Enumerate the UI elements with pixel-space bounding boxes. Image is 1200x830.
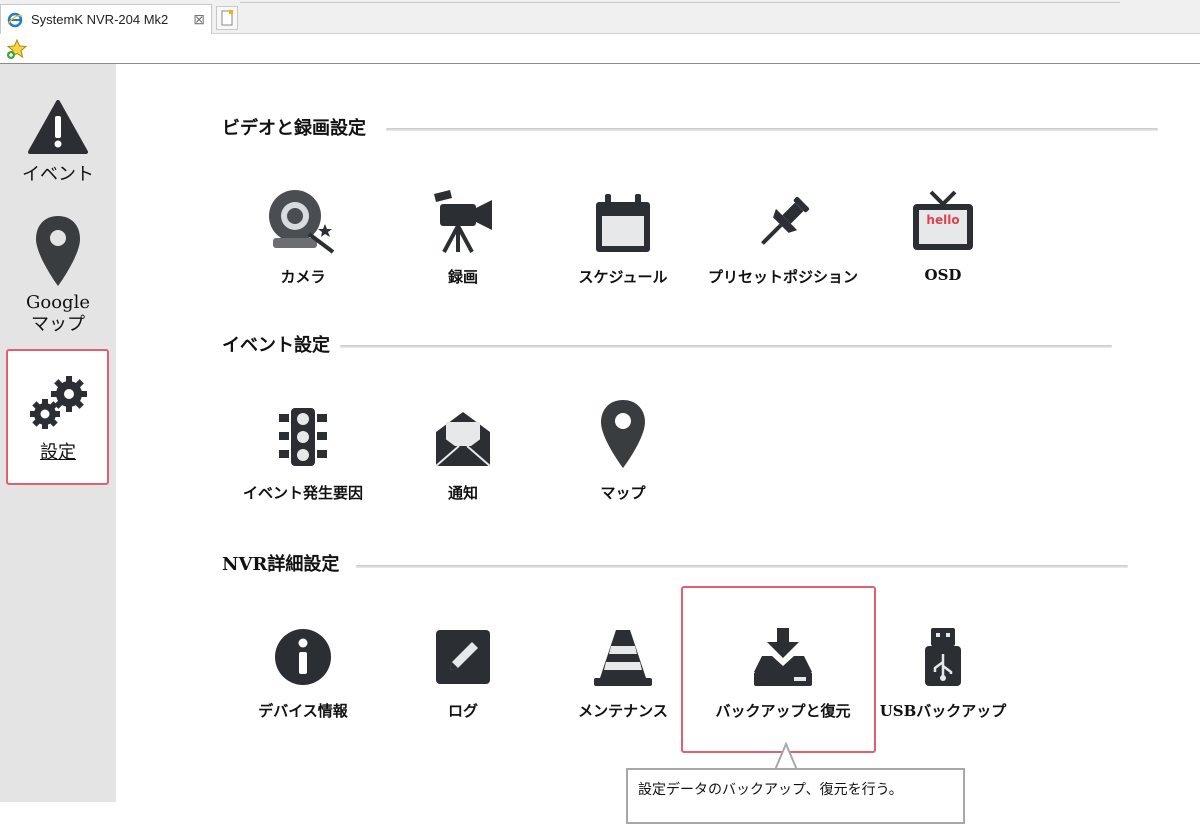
tile-map[interactable]: マップ <box>548 400 698 503</box>
ie-browser-icon <box>7 12 23 27</box>
sidebar-item-settings[interactable]: 設定 <box>0 374 116 464</box>
section-divider <box>386 128 1158 131</box>
sidebar-item-google-map[interactable]: Google マップ <box>0 214 116 336</box>
tile-camera[interactable]: カメラ <box>228 184 378 287</box>
tile-notification[interactable]: 通知 <box>388 400 538 503</box>
sidebar-item-label-line1: Google <box>26 292 90 313</box>
tile-recording[interactable]: 録画 <box>388 184 538 287</box>
section-divider <box>356 565 1128 568</box>
video-camera-icon <box>434 190 492 253</box>
warning-icon <box>28 100 88 154</box>
envelope-icon <box>435 412 491 467</box>
favorites-star-icon[interactable] <box>6 38 28 60</box>
info-icon <box>275 629 331 685</box>
new-tab-icon <box>221 10 233 26</box>
tile-usb-backup[interactable]: USBバックアップ <box>868 618 1018 721</box>
sidebar-item-event[interactable]: イベント <box>0 98 116 186</box>
tile-label: スケジュール <box>578 268 668 286</box>
tile-label: 録画 <box>447 268 478 286</box>
log-edit-icon <box>436 630 490 684</box>
tile-schedule[interactable]: スケジュール <box>548 184 698 287</box>
tile-device-info[interactable]: デバイス情報 <box>228 618 378 721</box>
sidebar-item-label-line2: マップ <box>31 314 85 335</box>
callout-text: 設定データのバックアップ、復元を行う。 <box>638 782 903 798</box>
camera-icon <box>269 190 335 254</box>
tv-icon: hello <box>913 190 973 250</box>
sidebar-item-label: 設定 <box>40 442 76 463</box>
map-pin-icon <box>36 216 80 286</box>
traffic-light-icon <box>279 408 327 466</box>
calendar-icon <box>596 194 650 252</box>
tile-label: イベント発生要因 <box>242 484 363 502</box>
highlight-frame <box>681 586 876 753</box>
tile-label: メンテナンス <box>578 702 668 720</box>
browser-tab[interactable]: SystemK NVR-204 Mk2 ⊠ <box>0 4 212 34</box>
tile-label: マップ <box>600 484 646 502</box>
tile-label: ログ <box>447 702 478 720</box>
callout-pointer <box>774 742 798 770</box>
tile-event-trigger[interactable]: イベント発生要因 <box>228 400 378 503</box>
tile-label: プリセットポジション <box>708 268 859 286</box>
pushpin-icon <box>761 196 810 245</box>
tab-close-icon[interactable]: ⊠ <box>193 11 205 28</box>
tile-log[interactable]: ログ <box>388 618 538 721</box>
tab-title: SystemK NVR-204 Mk2 <box>31 12 169 27</box>
osd-hello-text: hello <box>926 213 959 227</box>
tile-preset-position[interactable]: プリセットポジション <box>708 184 858 287</box>
tile-label: カメラ <box>280 268 326 286</box>
tile-label: デバイス情報 <box>258 702 348 720</box>
tile-label: OSD <box>924 266 962 284</box>
address-bar-edge <box>240 0 1120 3</box>
tile-label: USBバックアップ <box>879 702 1007 720</box>
tile-maintenance[interactable]: メンテナンス <box>548 618 698 721</box>
section-title-event: イベント設定 <box>222 335 330 356</box>
sidebar-item-label: イベント <box>22 164 94 185</box>
gears-icon <box>30 376 87 429</box>
favorites-area <box>44 38 1194 58</box>
tile-label: 通知 <box>447 484 478 502</box>
usb-icon <box>925 628 961 686</box>
map-pin-icon <box>601 400 645 468</box>
section-title-video: ビデオと録画設定 <box>222 118 366 139</box>
traffic-cone-icon <box>594 630 652 686</box>
section-divider <box>340 345 1112 348</box>
favorites-bar <box>0 34 1200 64</box>
browser-tab-bar: SystemK NVR-204 Mk2 ⊠ <box>0 0 1200 34</box>
callout-tooltip: 設定データのバックアップ、復元を行う。 <box>626 768 965 824</box>
new-tab-button[interactable] <box>216 6 238 30</box>
section-title-nvr: NVR詳細設定 <box>222 554 340 575</box>
tile-osd[interactable]: hello OSD <box>868 184 1018 284</box>
